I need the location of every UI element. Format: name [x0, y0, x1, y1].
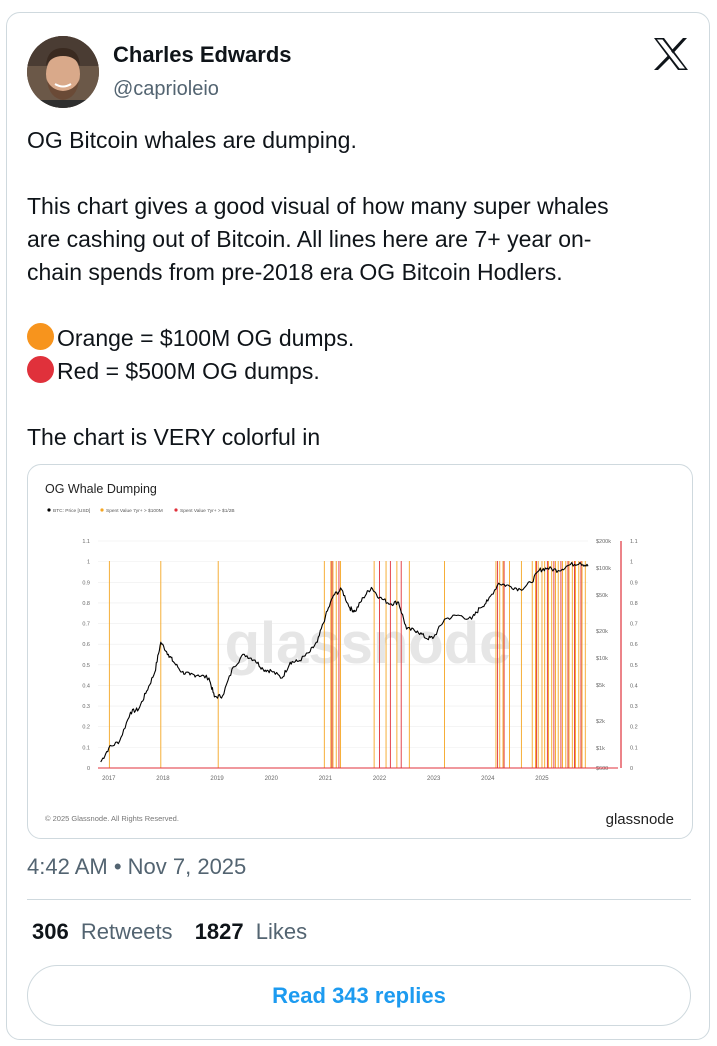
- x-tick-label: 2020: [265, 776, 279, 782]
- x-tick-label: 2017: [102, 776, 116, 782]
- author-avatar[interactable]: [27, 36, 99, 108]
- x-tick-label: 2018: [156, 776, 170, 782]
- price-tick-label: $2k: [596, 719, 605, 725]
- right-outer-tick-label: 0.4: [630, 683, 638, 689]
- right-outer-tick-label: 0.9: [630, 580, 638, 586]
- red-circle-icon: [27, 356, 54, 383]
- chart-watermark: glassnode: [225, 611, 512, 676]
- tweet-text: OG Bitcoin whales are dumping. This char…: [27, 124, 692, 454]
- left-tick-label: 0.3: [82, 704, 90, 710]
- right-outer-tick-label: 0: [630, 766, 633, 772]
- chart-legend: BTC: Price [USD] Spent Value 7yr+ > $100…: [47, 508, 235, 514]
- tweet-timestamp[interactable]: 4:42 AM • Nov 7, 2025: [27, 854, 246, 880]
- left-tick-label: 1: [87, 560, 90, 566]
- price-tick-label: $1k: [596, 746, 605, 752]
- right-outer-tick-label: 1: [630, 560, 633, 566]
- tweet-line-red: Red = $500M OG dumps.: [27, 355, 692, 388]
- price-tick-label: $600: [596, 766, 608, 772]
- chart-copyright: © 2025 Glassnode. All Rights Reserved.: [45, 814, 179, 823]
- x-logo-icon[interactable]: [654, 38, 688, 70]
- legend-swatch-orange: [100, 508, 104, 512]
- right-outer-tick-label: 0.3: [630, 704, 638, 710]
- chart-title: OG Whale Dumping: [45, 482, 157, 496]
- likes-count[interactable]: 1827: [195, 919, 244, 944]
- orange-circle-icon: [27, 323, 54, 350]
- legend-orange: Spent Value 7yr+ > $100M: [106, 508, 163, 514]
- left-tick-label: 0.2: [82, 725, 90, 731]
- legend-price: BTC: Price [USD]: [53, 508, 90, 514]
- chart-svg: OG Whale Dumping BTC: Price [USD] Spent …: [45, 482, 674, 828]
- right-outer-tick-label: 0.1: [630, 745, 638, 751]
- likes-label[interactable]: Likes: [256, 919, 307, 944]
- price-tick-label: $50k: [596, 593, 608, 599]
- tweet-line: are cashing out of Bitcoin. All lines he…: [27, 226, 592, 252]
- price-tick-label: $20k: [596, 629, 608, 635]
- legend-swatch-price: [47, 508, 51, 512]
- left-tick-label: 1.1: [82, 539, 90, 545]
- right-outer-tick-label: 0.8: [630, 601, 638, 607]
- tweet-line-orange: Orange = $100M OG dumps.: [27, 322, 692, 355]
- red-text: Red = $500M OG dumps.: [57, 358, 320, 384]
- tweet-line: This chart gives a good visual of how ma…: [27, 193, 609, 219]
- retweets-count[interactable]: 306: [32, 919, 69, 944]
- price-tick-label: $100k: [596, 566, 611, 572]
- tweet-line: chain spends from pre-2018 era OG Bitcoi…: [27, 259, 563, 285]
- tweet-line: OG Bitcoin whales are dumping.: [27, 127, 357, 153]
- x-tick-label: 2023: [427, 776, 441, 782]
- left-tick-label: 0.1: [82, 745, 90, 751]
- left-tick-label: 0.9: [82, 580, 90, 586]
- chart-image[interactable]: OG Whale Dumping BTC: Price [USD] Spent …: [27, 464, 693, 839]
- price-tick-label: $200k: [596, 539, 611, 545]
- tweet-line: The chart is VERY colorful in: [27, 424, 321, 450]
- x-tick-label: 2021: [319, 776, 333, 782]
- left-tick-label: 0.7: [82, 622, 90, 628]
- price-tick-label: $5k: [596, 683, 605, 689]
- left-tick-label: 0.8: [82, 601, 90, 607]
- right-outer-tick-label: 1.1: [630, 539, 638, 545]
- left-tick-label: 0.5: [82, 663, 90, 669]
- left-tick-label: 0.4: [82, 683, 90, 689]
- legend-red: Spent Value 7yr+ > $1/2B: [180, 508, 235, 514]
- x-tick-label: 2022: [373, 776, 387, 782]
- orange-text: Orange = $100M OG dumps.: [57, 325, 355, 351]
- x-tick-label: 2019: [210, 776, 224, 782]
- divider: [27, 899, 691, 900]
- retweets-label[interactable]: Retweets: [81, 919, 173, 944]
- left-tick-label: 0: [87, 766, 90, 772]
- right-outer-tick-label: 0.7: [630, 622, 638, 628]
- read-replies-button[interactable]: Read 343 replies: [27, 965, 691, 1026]
- chart-brand: glassnode: [606, 811, 674, 828]
- author-name[interactable]: Charles Edwards: [113, 42, 292, 68]
- author-handle[interactable]: @caprioleio: [113, 78, 219, 101]
- price-tick-label: $10k: [596, 656, 608, 662]
- right-outer-tick-label: 0.2: [630, 725, 638, 731]
- right-outer-tick-label: 0.5: [630, 663, 638, 669]
- x-tick-label: 2024: [481, 776, 495, 782]
- legend-swatch-red: [174, 508, 178, 512]
- right-outer-tick-label: 0.6: [630, 642, 638, 648]
- left-tick-label: 0.6: [82, 642, 90, 648]
- x-tick-label: 2025: [535, 776, 549, 782]
- tweet-stats: 306 Retweets 1827 Likes: [32, 919, 307, 945]
